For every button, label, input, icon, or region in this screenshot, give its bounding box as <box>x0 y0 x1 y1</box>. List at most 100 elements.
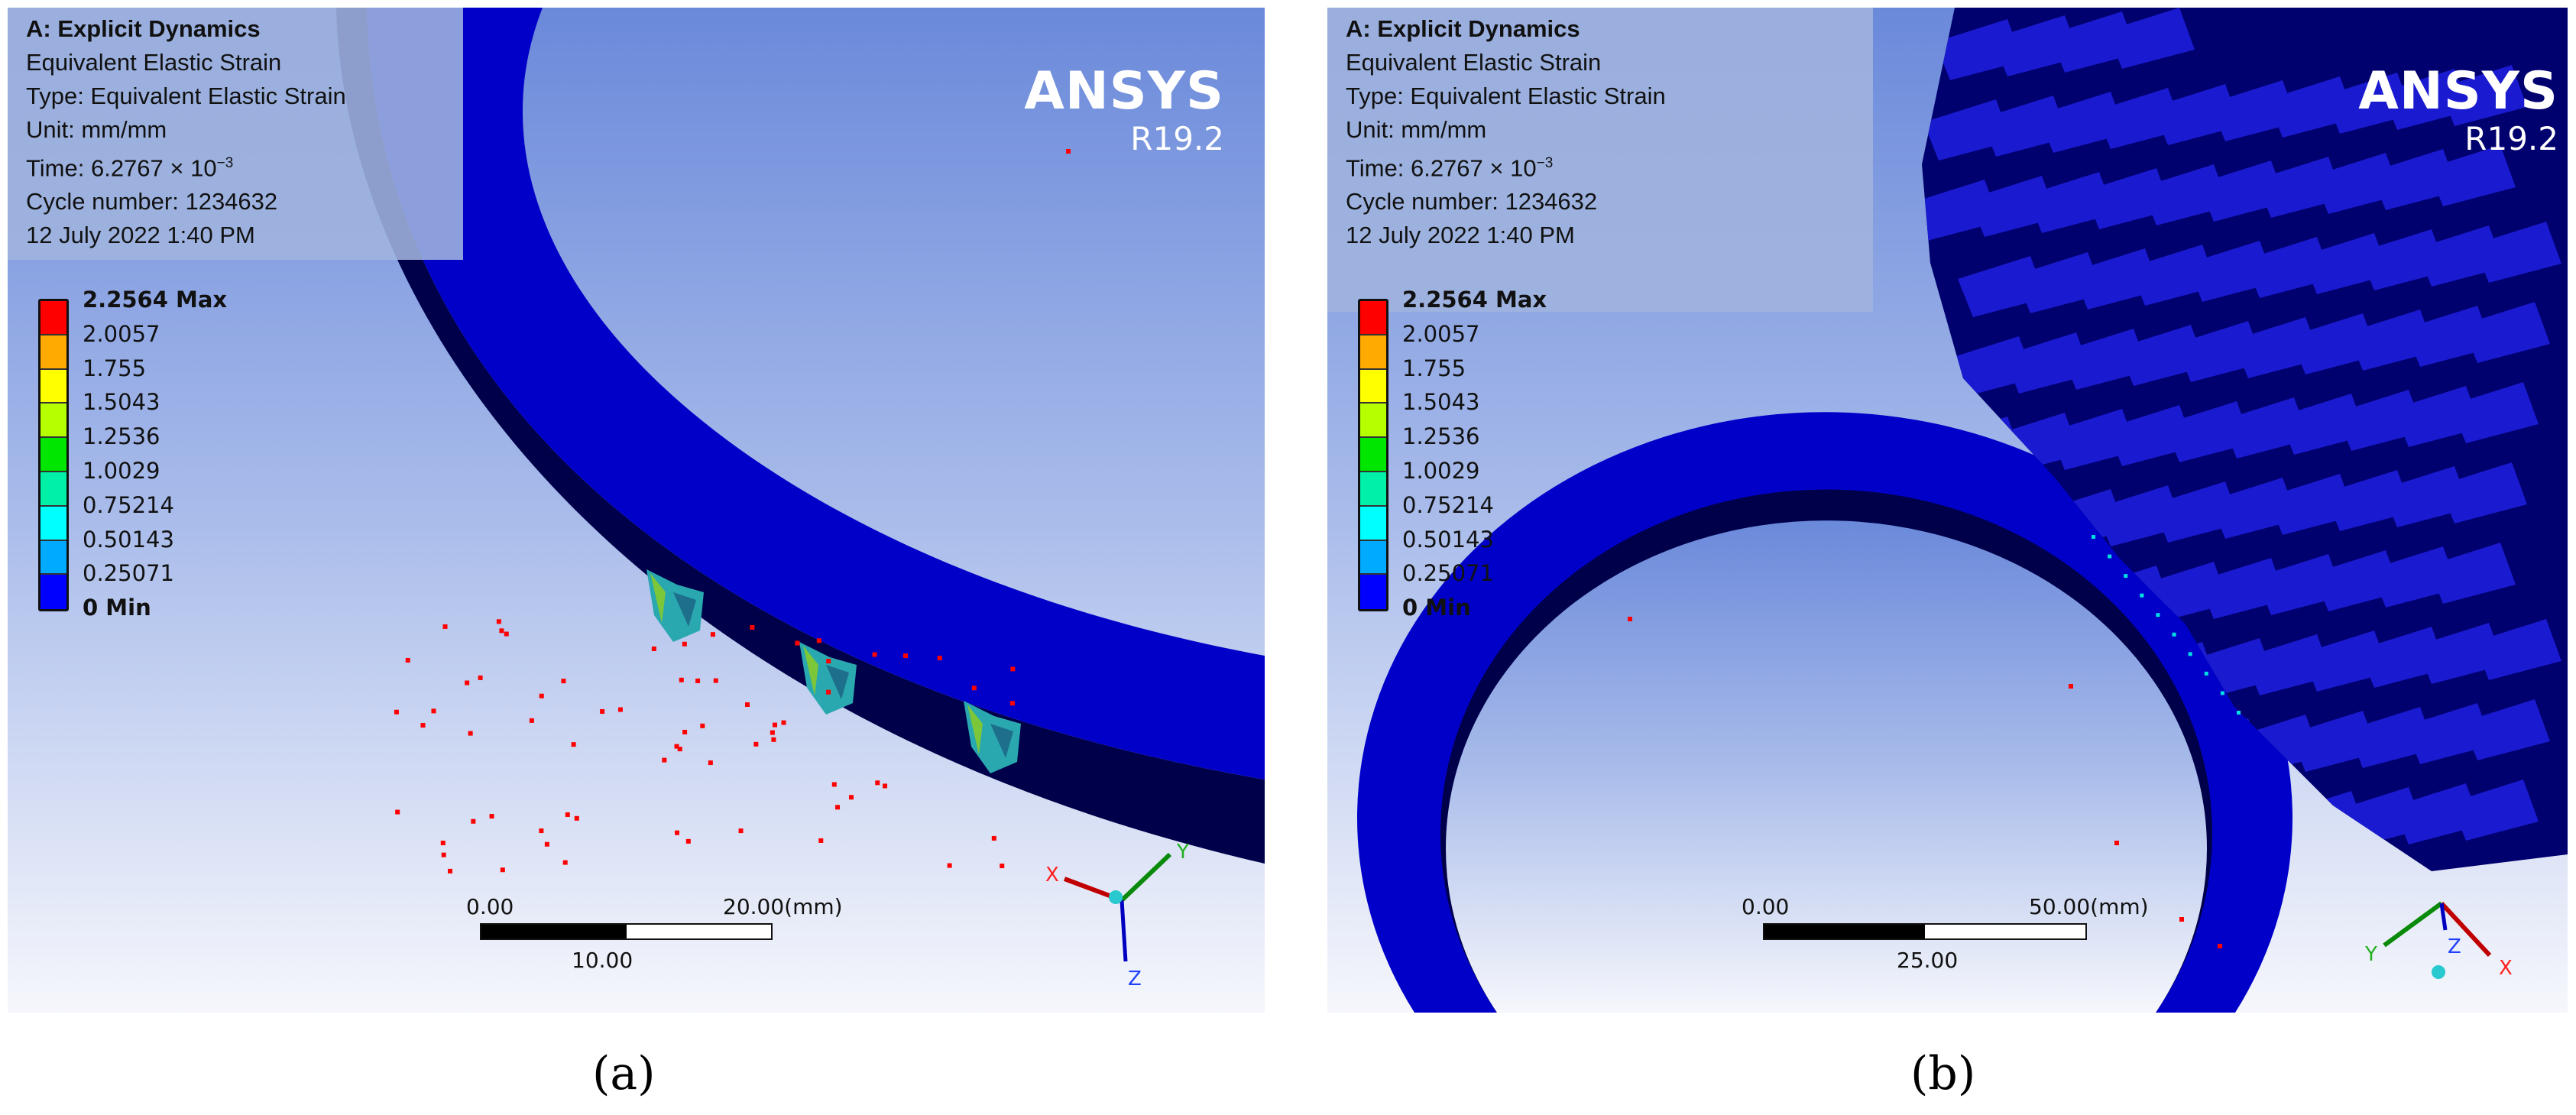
result-info-box: A: Explicit Dynamics Equivalent Elastic … <box>8 8 463 260</box>
legend-label: 0.75214 <box>1402 491 1494 518</box>
legend-band <box>1360 369 1386 404</box>
particle <box>662 757 667 763</box>
caption-b: (b) <box>1910 1047 1976 1100</box>
particle <box>1628 617 1632 621</box>
ansys-logo: ANSYS R19.2 <box>1024 63 1224 157</box>
legend-band <box>41 506 66 541</box>
particle <box>738 828 744 834</box>
particle <box>394 709 399 715</box>
result-name: Equivalent Elastic Strain <box>1346 49 1602 76</box>
legend-label: 0.50143 <box>83 526 174 553</box>
triad-origin-ball <box>1109 890 1123 904</box>
particle <box>1009 701 1015 706</box>
scale-bar-start: 0.00 <box>1742 894 1790 919</box>
legend-band <box>1360 335 1386 370</box>
legend-label: 0.25071 <box>83 560 174 587</box>
particle <box>500 867 505 873</box>
scale-bar-end: 20.00(mm) <box>723 894 843 919</box>
particle <box>675 830 680 835</box>
result-time: Time: 6.2767 × 10−3 <box>1346 147 1873 185</box>
particle <box>771 737 776 742</box>
contact-fragment <box>2092 535 2095 539</box>
time-value: Time: 6.2767 × 10 <box>26 154 217 182</box>
caption-a: (a) <box>592 1047 656 1100</box>
legend-label: 0.25071 <box>1402 560 1494 587</box>
legend-band <box>1360 506 1386 541</box>
particle <box>682 729 688 734</box>
logo-name: ANSYS <box>1024 61 1224 122</box>
legend-band <box>41 335 66 370</box>
z-axis-label: Z <box>1128 968 1142 990</box>
particle <box>1010 666 1016 672</box>
result-type: Type: Equivalent Elastic Strain <box>26 83 346 109</box>
legend-color-bar <box>1358 299 1388 612</box>
particle <box>651 646 656 651</box>
result-unit: Unit: mm/mm <box>26 116 167 143</box>
particle <box>826 689 831 695</box>
particle <box>420 723 426 728</box>
particle <box>826 659 831 664</box>
result-name: Equivalent Elastic Strain <box>26 49 282 76</box>
particle <box>431 708 436 714</box>
legend-band <box>1360 438 1386 472</box>
particle <box>562 860 568 865</box>
logo-version: R19.2 <box>1130 120 1224 157</box>
legend-label: 1.0029 <box>1402 458 1480 484</box>
legend-color-bar <box>38 299 69 612</box>
particle <box>991 835 996 841</box>
particle <box>496 619 501 624</box>
particle <box>571 742 576 747</box>
particle <box>831 782 837 787</box>
particle <box>708 760 713 766</box>
particle <box>471 818 476 824</box>
analysis-title: A: Explicit Dynamics <box>1346 15 1580 42</box>
contact-fragment <box>2204 671 2208 676</box>
result-type: Type: Equivalent Elastic Strain <box>1346 83 1666 109</box>
panel-a-viewport[interactable]: A: Explicit Dynamics Equivalent Elastic … <box>8 8 1265 1013</box>
particle <box>617 707 623 712</box>
result-time: Time: 6.2767 × 10−3 <box>26 147 463 185</box>
particle <box>679 677 684 682</box>
scale-bar-mid: 10.00 <box>572 948 633 973</box>
particle <box>947 863 952 868</box>
particle <box>753 741 759 747</box>
scale-bar-fill <box>481 925 627 938</box>
particle <box>468 731 473 736</box>
particle <box>744 702 750 708</box>
time-exponent: −3 <box>1536 155 1554 171</box>
legend-band <box>41 438 66 472</box>
time-value: Time: 6.2767 × 10 <box>1346 154 1537 182</box>
particle <box>795 640 800 646</box>
cycle-number: Cycle number: 1234632 <box>26 188 278 216</box>
contact-fragment <box>2108 554 2112 559</box>
ansys-logo: ANSYS R19.2 <box>2358 63 2558 157</box>
particle <box>902 653 908 659</box>
legend-label: 2.2564 Max <box>1402 287 1547 313</box>
legend-label: 1.2536 <box>83 423 160 450</box>
scale-bar-end: 50.00(mm) <box>2029 894 2149 919</box>
particle <box>2218 944 2222 948</box>
particle <box>713 678 718 683</box>
particle <box>544 841 549 847</box>
logo-version: R19.2 <box>2464 120 2558 157</box>
legend-label: 2.0057 <box>83 320 160 347</box>
particle <box>700 723 705 728</box>
analysis-title: A: Explicit Dynamics <box>26 15 261 42</box>
particle <box>816 638 821 643</box>
z-axis-label: Z <box>2448 935 2461 958</box>
legend-label: 0 Min <box>83 595 151 621</box>
particle <box>539 693 544 698</box>
particle <box>674 744 679 749</box>
contact-fragment <box>2188 652 2192 656</box>
legend-label: 1.5043 <box>83 389 160 416</box>
contact-fragment <box>2220 691 2224 695</box>
scale-bar-start: 0.00 <box>466 894 514 919</box>
legend-label: 1.0029 <box>83 458 160 484</box>
particle <box>2069 684 2073 689</box>
scale-bar <box>1763 923 2087 940</box>
particle <box>442 624 448 629</box>
panel-b-viewport[interactable]: A: Explicit Dynamics Equivalent Elastic … <box>1327 8 2568 1013</box>
particle <box>565 812 570 817</box>
particle <box>971 686 977 691</box>
legend-label: 1.755 <box>1402 355 1466 381</box>
